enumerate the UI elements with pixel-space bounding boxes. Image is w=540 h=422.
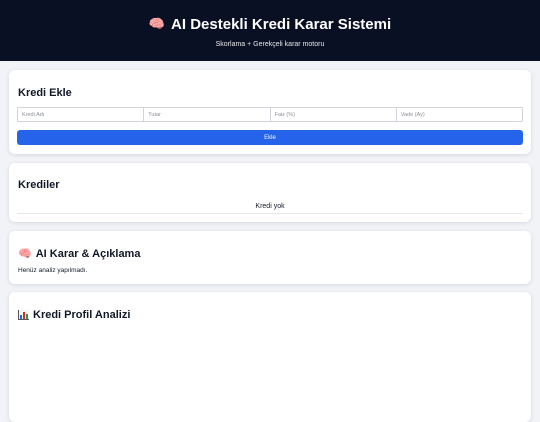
kredi-ekle-card: Kredi Ekle Ekle xyxy=(9,70,531,154)
brain-icon: 🧠 xyxy=(148,16,166,31)
krediler-divider xyxy=(17,213,523,214)
kredi-ekle-title: Kredi Ekle xyxy=(18,87,72,99)
profil-title-text: Kredi Profil Analizi xyxy=(33,309,131,321)
brain-icon: 🧠 xyxy=(18,248,32,260)
app-title: 🧠 AI Destekli Kredi Karar Sistemi xyxy=(149,16,391,33)
profil-card: Kredi Profil Analizi xyxy=(9,292,531,422)
bar-chart-icon xyxy=(18,310,29,320)
kredi-form xyxy=(17,107,523,122)
krediler-card: Krediler Kredi yok xyxy=(9,163,531,222)
krediler-empty-text: Kredi yok xyxy=(255,203,285,210)
ai-karar-title: 🧠 AI Karar & Açıklama xyxy=(18,247,141,261)
krediler-title: Krediler xyxy=(18,179,60,191)
ekle-button[interactable]: Ekle xyxy=(17,130,523,145)
ai-karar-text: Henüz analiz yapılmadı. xyxy=(18,267,88,274)
app-title-text: AI Destekli Kredi Karar Sistemi xyxy=(171,15,392,33)
app-header: 🧠 AI Destekli Kredi Karar Sistemi Skorla… xyxy=(0,0,540,61)
tutar-input[interactable] xyxy=(144,108,271,121)
profil-title: Kredi Profil Analizi xyxy=(18,309,130,321)
app-subtitle: Skorlama + Gerekçeli karar motoru xyxy=(215,40,325,48)
ai-karar-card: 🧠 AI Karar & Açıklama Henüz analiz yapıl… xyxy=(9,231,531,284)
ai-karar-title-text: AI Karar & Açıklama xyxy=(35,247,141,260)
faiz-input[interactable] xyxy=(270,108,397,121)
kredi-adi-input[interactable] xyxy=(18,108,145,121)
vade-input[interactable] xyxy=(396,108,522,121)
